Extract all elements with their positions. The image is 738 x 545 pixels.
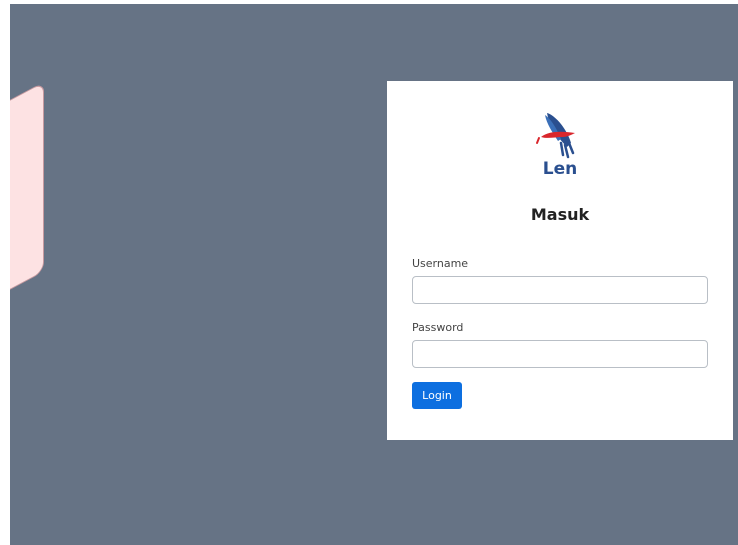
password-input[interactable] bbox=[412, 340, 708, 368]
page-background: Len Masuk Username Password Login bbox=[10, 4, 738, 545]
password-label: Password bbox=[412, 321, 464, 334]
brand-logo-text: Len bbox=[542, 159, 578, 179]
login-button[interactable]: Login bbox=[412, 382, 462, 409]
username-label: Username bbox=[412, 257, 469, 270]
rocket-logo-icon bbox=[536, 113, 575, 159]
username-input[interactable] bbox=[412, 276, 708, 304]
login-card: Len Masuk Username Password Login bbox=[387, 81, 733, 440]
brand-logo: Len bbox=[527, 107, 593, 183]
decorative-panel bbox=[10, 81, 44, 310]
page-title: Masuk bbox=[530, 205, 590, 224]
